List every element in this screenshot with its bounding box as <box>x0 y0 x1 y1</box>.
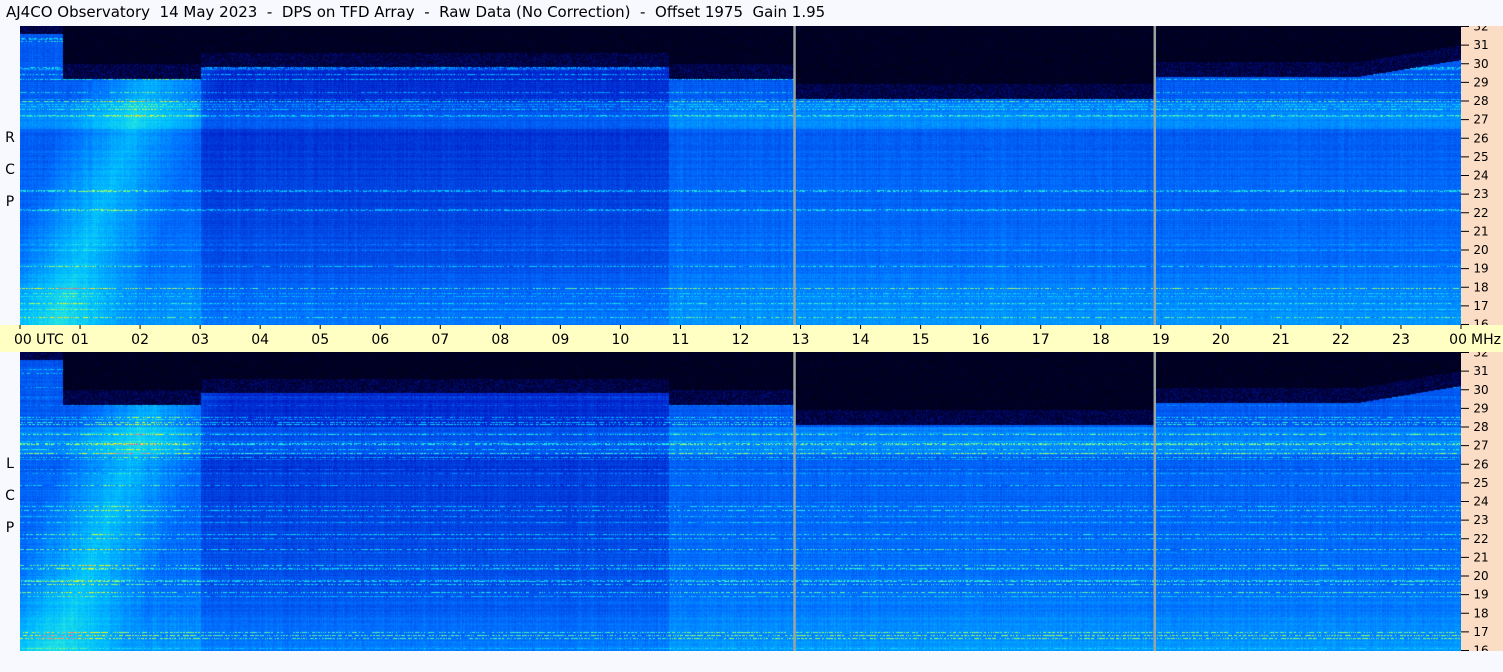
time-tick-label: 06 <box>371 332 389 348</box>
time-tick-label: 04 <box>251 332 269 348</box>
time-tick-label: 17 <box>1032 332 1050 348</box>
time-tick-label: 13 <box>792 332 810 348</box>
time-axis: 00 01 02 03 04 05 06 07 08 09 10 11 12 13 14 15 16 17 18 19… <box>0 325 1503 352</box>
rcp-marker-lines <box>793 26 1157 325</box>
lcp-axis-label: LCP <box>0 448 20 544</box>
time-tick-label: 12 <box>732 332 750 348</box>
rcp-frequency-axis: 16 17 18 19 20 21 22 23 24 25 26 27 28 29 30 31 32 <box>1461 26 1503 325</box>
lcp-frequency-axis: 16 17 18 19 20 21 22 23 24 25 26 27 28 29 30 31 32 <box>1461 352 1503 651</box>
frequency-tick-label: 25 <box>1473 476 1488 490</box>
frequency-tick-label: 20 <box>1473 243 1488 257</box>
frequency-tick-label: 27 <box>1473 113 1488 127</box>
lcp-spectrogram <box>20 352 1461 651</box>
frequency-tick-label: 31 <box>1473 364 1488 378</box>
frequency-tick-label: 26 <box>1473 457 1488 471</box>
frequency-tick-label: 21 <box>1473 550 1488 564</box>
time-tick-label: 20 <box>1212 332 1230 348</box>
time-tick-label: 16 <box>972 332 990 348</box>
polarization-letter: P <box>5 520 15 536</box>
time-tick-label: 22 <box>1332 332 1350 348</box>
frequency-tick-label: 16 <box>1473 644 1488 652</box>
lcp-marker-lines <box>793 352 1157 651</box>
frequency-tick-label: 19 <box>1473 588 1488 602</box>
polarization-letter: L <box>6 456 14 472</box>
frequency-tick-label: 30 <box>1473 57 1488 71</box>
time-tick-label: 02 <box>131 332 149 348</box>
polarization-letter: P <box>5 194 15 210</box>
frequency-tick-label: 27 <box>1473 439 1488 453</box>
time-tick-label: 11 <box>672 332 690 348</box>
frequency-tick-label: 24 <box>1473 495 1488 509</box>
time-tick-label: 00 <box>14 332 32 348</box>
frequency-tick-label: 22 <box>1473 532 1488 546</box>
frequency-tick-label: 29 <box>1473 75 1488 89</box>
polarization-letter: R <box>5 130 15 146</box>
time-tick-label: 09 <box>551 332 569 348</box>
time-tick-label: 15 <box>912 332 930 348</box>
time-tick-label: 08 <box>491 332 509 348</box>
frequency-tick-label: 21 <box>1473 224 1488 238</box>
frequency-tick-label: 32 <box>1473 26 1488 34</box>
polarization-letter: C <box>5 162 15 178</box>
rcp-spectrogram <box>20 26 1461 325</box>
frequency-tick-label: 30 <box>1473 383 1488 397</box>
frequency-tick-label: 23 <box>1473 513 1488 527</box>
time-tick-label: 01 <box>71 332 89 348</box>
time-tick-label: 23 <box>1392 332 1410 348</box>
frequency-tick-label: 24 <box>1473 169 1488 183</box>
frequency-tick-label: 26 <box>1473 131 1488 145</box>
time-tick-label: 21 <box>1272 332 1290 348</box>
chart-title: AJ4CO Observatory 14 May 2023 - DPS on T… <box>6 3 826 21</box>
time-tick-label: 19 <box>1152 332 1170 348</box>
frequency-tick-label: 20 <box>1473 569 1488 583</box>
frequency-unit-label: MHz <box>1471 332 1501 348</box>
time-unit-label: UTC <box>36 332 64 348</box>
frequency-tick-label: 32 <box>1473 352 1488 360</box>
time-tick-label: 05 <box>311 332 329 348</box>
frequency-tick-label: 29 <box>1473 401 1488 415</box>
frequency-tick-label: 18 <box>1473 280 1488 294</box>
rcp-axis-label: RCP <box>0 122 20 218</box>
frequency-tick-label: 19 <box>1473 262 1488 276</box>
frequency-tick-label: 31 <box>1473 38 1488 52</box>
time-tick-label: 14 <box>852 332 870 348</box>
frequency-tick-label: 17 <box>1473 299 1488 313</box>
frequency-tick-label: 16 <box>1473 318 1488 326</box>
time-tick-label: 03 <box>191 332 209 348</box>
time-tick-label: 07 <box>431 332 449 348</box>
frequency-tick-label: 23 <box>1473 187 1488 201</box>
frequency-tick-label: 17 <box>1473 625 1488 639</box>
time-tick-label: 00 <box>1449 332 1467 348</box>
time-tick-label: 10 <box>612 332 630 348</box>
frequency-tick-label: 28 <box>1473 94 1488 108</box>
frequency-tick-label: 18 <box>1473 606 1488 620</box>
frequency-tick-label: 25 <box>1473 150 1488 164</box>
frequency-tick-label: 22 <box>1473 206 1488 220</box>
time-tick-label: 18 <box>1092 332 1110 348</box>
polarization-letter: C <box>5 488 15 504</box>
frequency-tick-label: 28 <box>1473 420 1488 434</box>
